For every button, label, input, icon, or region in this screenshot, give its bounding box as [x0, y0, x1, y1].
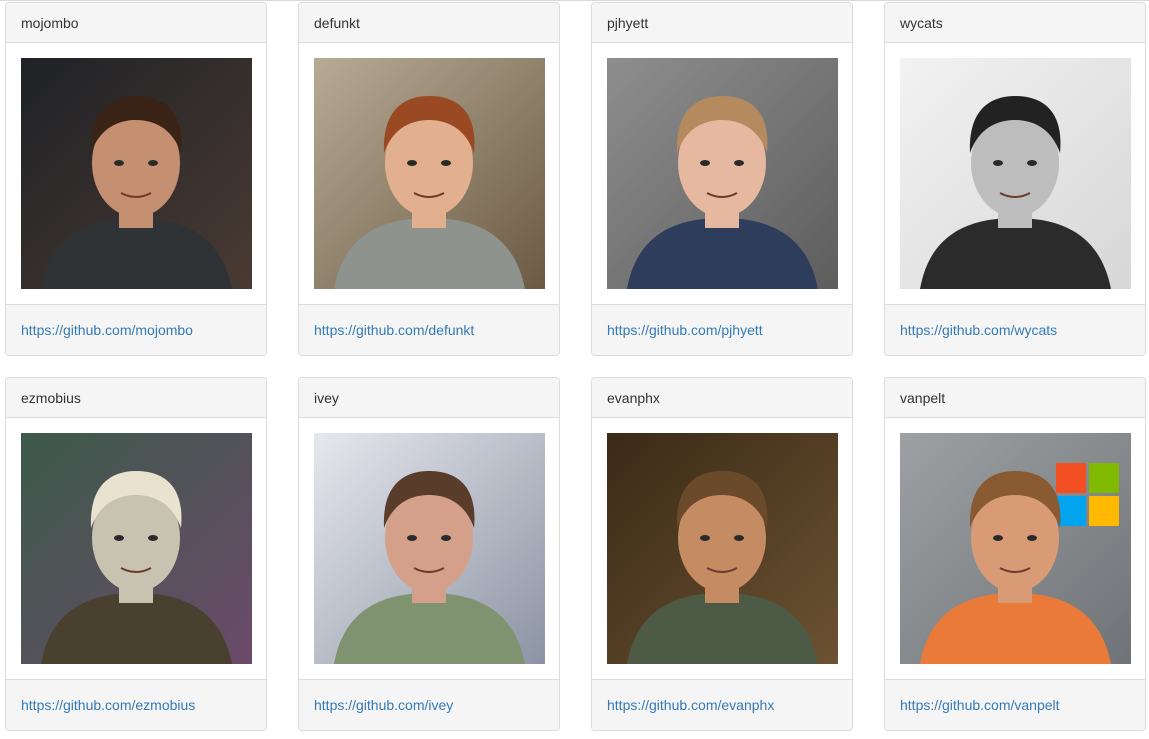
profile-link[interactable]: https://github.com/pjhyett — [607, 322, 763, 338]
avatar-image — [21, 58, 252, 289]
user-card: vanpelt https://github.com/vanpelt — [884, 377, 1146, 731]
avatar-image — [900, 433, 1131, 664]
avatar-image — [900, 58, 1131, 289]
card-header-username: pjhyett — [592, 3, 852, 43]
profile-link[interactable]: https://github.com/mojombo — [21, 322, 193, 338]
card-header-username: evanphx — [592, 378, 852, 418]
card-body — [885, 418, 1145, 680]
user-card: mojombo https://github.com/mojombo — [5, 2, 267, 356]
card-footer: https://github.com/evanphx — [592, 680, 852, 730]
card-footer: https://github.com/vanpelt — [885, 680, 1145, 730]
card-header-username: ezmobius — [6, 378, 266, 418]
profile-link[interactable]: https://github.com/vanpelt — [900, 697, 1060, 713]
profile-link[interactable]: https://github.com/ivey — [314, 697, 453, 713]
profile-link[interactable]: https://github.com/evanphx — [607, 697, 774, 713]
card-body — [592, 418, 852, 680]
card-body — [592, 43, 852, 305]
card-body — [299, 418, 559, 680]
card-footer: https://github.com/wycats — [885, 305, 1145, 355]
card-body — [885, 43, 1145, 305]
user-card: defunkt https://github.com/defunkt — [298, 2, 560, 356]
avatar-image — [314, 433, 545, 664]
avatar-image — [21, 433, 252, 664]
user-card-grid: mojombo https://github.com/mojombo defun… — [5, 2, 1146, 731]
profile-link[interactable]: https://github.com/defunkt — [314, 322, 474, 338]
avatar-image — [314, 58, 545, 289]
user-card: ivey https://github.com/ivey — [298, 377, 560, 731]
profile-link[interactable]: https://github.com/ezmobius — [21, 697, 195, 713]
card-body — [6, 43, 266, 305]
card-body — [6, 418, 266, 680]
card-footer: https://github.com/ezmobius — [6, 680, 266, 730]
card-footer: https://github.com/mojombo — [6, 305, 266, 355]
card-footer: https://github.com/ivey — [299, 680, 559, 730]
card-header-username: wycats — [885, 3, 1145, 43]
top-divider — [0, 0, 1149, 1]
card-body — [299, 43, 559, 305]
card-footer: https://github.com/defunkt — [299, 305, 559, 355]
user-card: ezmobius https://github.com/ezmobius — [5, 377, 267, 731]
profile-link[interactable]: https://github.com/wycats — [900, 322, 1057, 338]
user-card: evanphx https://github.com/evanphx — [591, 377, 853, 731]
avatar-image — [607, 433, 838, 664]
avatar-image — [607, 58, 838, 289]
user-card: wycats https://github.com/wycats — [884, 2, 1146, 356]
card-header-username: ivey — [299, 378, 559, 418]
card-header-username: vanpelt — [885, 378, 1145, 418]
card-footer: https://github.com/pjhyett — [592, 305, 852, 355]
card-header-username: defunkt — [299, 3, 559, 43]
user-card: pjhyett https://github.com/pjhyett — [591, 2, 853, 356]
card-header-username: mojombo — [6, 3, 266, 43]
